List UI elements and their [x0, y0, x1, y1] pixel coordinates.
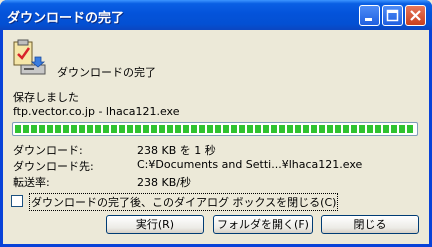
maximize-icon — [386, 9, 399, 22]
detail-value-rate: 238 KB/秒 — [137, 176, 191, 189]
minimize-icon — [365, 18, 372, 21]
detail-value-downloaded: 238 KB を 1 秒 — [137, 144, 216, 157]
detail-label-rate: 転送率: — [13, 176, 50, 189]
run-button[interactable]: 実行(R) — [106, 215, 204, 234]
close-on-complete-checkbox[interactable] — [11, 195, 23, 207]
download-complete-icon — [13, 39, 46, 75]
progress-fill — [15, 125, 415, 133]
open-folder-button[interactable]: フォルダを開く(F) — [213, 215, 313, 234]
maximize-button[interactable] — [382, 5, 403, 26]
download-complete-dialog: ダウンロードの完了 ダウンロードの完了 保存しました ftp.vector.co… — [0, 0, 432, 247]
header-label: ダウンロードの完了 — [57, 66, 156, 79]
close-window-button[interactable] — [405, 5, 426, 26]
minimize-button[interactable] — [359, 5, 380, 26]
file-source: ftp.vector.co.jp - lhaca121.exe — [13, 105, 180, 118]
detail-value-destination: C:¥Documents and Setti...¥lhaca121.exe — [137, 158, 363, 171]
title-bar[interactable]: ダウンロードの完了 — [0, 0, 432, 30]
close-button[interactable]: 閉じる — [321, 215, 419, 234]
detail-label-downloaded: ダウンロード: — [13, 144, 83, 157]
progress-bar — [12, 122, 418, 136]
window-title: ダウンロードの完了 — [7, 11, 125, 26]
close-icon — [410, 10, 421, 21]
close-on-complete-label[interactable]: ダウンロードの完了後、このダイアログ ボックスを閉じる(C) — [29, 193, 339, 211]
detail-label-destination: ダウンロード先: — [13, 160, 94, 173]
saved-status: 保存しました — [13, 91, 79, 104]
